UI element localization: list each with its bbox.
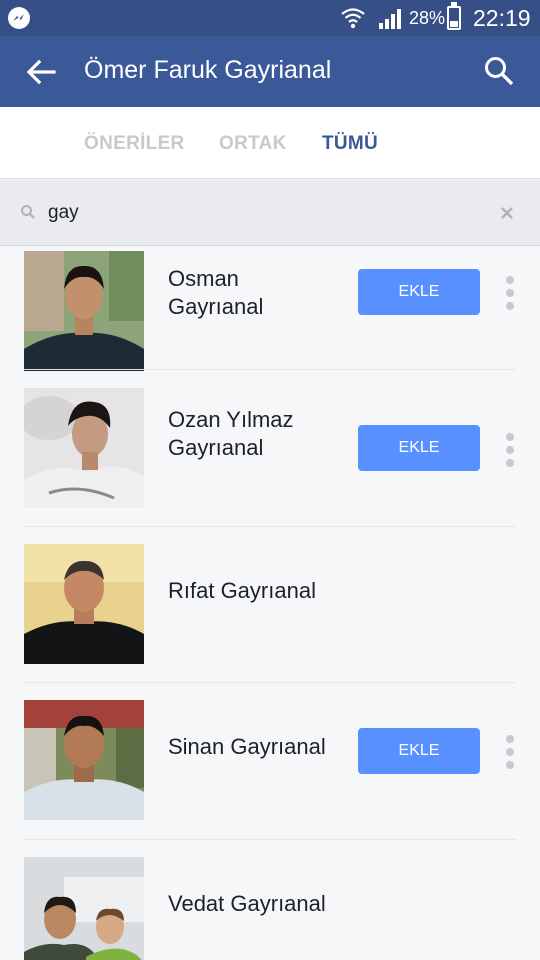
list-item: Osman Gayrıanal EKLE bbox=[0, 246, 540, 382]
signal-icon bbox=[379, 9, 401, 29]
more-options-icon[interactable] bbox=[503, 735, 517, 769]
tab-mutual[interactable]: ORTAK bbox=[219, 133, 287, 155]
list-item: Sinan Gayrıanal EKLE bbox=[0, 683, 540, 839]
battery-icon bbox=[447, 2, 461, 30]
friend-name[interactable]: Rıfat Gayrıanal bbox=[168, 577, 316, 605]
friend-name[interactable]: Sinan Gayrıanal bbox=[168, 733, 326, 761]
battery-percentage: 28% bbox=[409, 8, 446, 28]
friend-list: Osman Gayrıanal EKLE Ozan Yılmaz Gayrıanal… bbox=[0, 246, 540, 960]
list-item: Ozan Yılmaz Gayrıanal EKLE bbox=[0, 370, 540, 526]
more-options-icon[interactable] bbox=[503, 433, 517, 467]
more-options-icon[interactable] bbox=[503, 276, 517, 310]
avatar[interactable] bbox=[24, 251, 144, 371]
friend-name[interactable]: Vedat Gayrıanal bbox=[168, 890, 326, 918]
tab-bar: ÖNERİLER ORTAK TÜMÜ bbox=[0, 107, 540, 179]
status-bar: 28% 22:19 bbox=[0, 0, 540, 36]
clear-icon[interactable] bbox=[498, 204, 516, 222]
back-arrow-icon[interactable] bbox=[24, 56, 58, 88]
messenger-icon bbox=[8, 7, 30, 29]
search-icon bbox=[21, 205, 35, 219]
add-friend-button[interactable]: EKLE bbox=[358, 269, 480, 315]
avatar[interactable] bbox=[24, 544, 144, 664]
list-item: Vedat Gayrıanal bbox=[0, 840, 540, 960]
status-time: 22:19 bbox=[473, 5, 531, 31]
page-title: Ömer Faruk Gayrianal bbox=[84, 56, 332, 84]
list-item: Rıfat Gayrıanal bbox=[0, 527, 540, 683]
avatar[interactable] bbox=[24, 388, 144, 508]
add-friend-button[interactable]: EKLE bbox=[358, 425, 480, 471]
search-icon[interactable] bbox=[482, 54, 516, 88]
friend-name[interactable]: Osman Gayrıanal bbox=[168, 265, 263, 321]
filter-input[interactable] bbox=[48, 198, 468, 228]
add-friend-button[interactable]: EKLE bbox=[358, 728, 480, 774]
avatar[interactable] bbox=[24, 857, 144, 960]
friend-name[interactable]: Ozan Yılmaz Gayrıanal bbox=[168, 406, 294, 462]
avatar[interactable] bbox=[24, 700, 144, 820]
wifi-icon bbox=[341, 8, 365, 29]
app-bar: Ömer Faruk Gayrianal bbox=[0, 36, 540, 107]
tab-suggestions[interactable]: ÖNERİLER bbox=[84, 133, 185, 155]
tab-all[interactable]: TÜMÜ bbox=[322, 133, 378, 155]
filter-bar bbox=[0, 180, 540, 246]
